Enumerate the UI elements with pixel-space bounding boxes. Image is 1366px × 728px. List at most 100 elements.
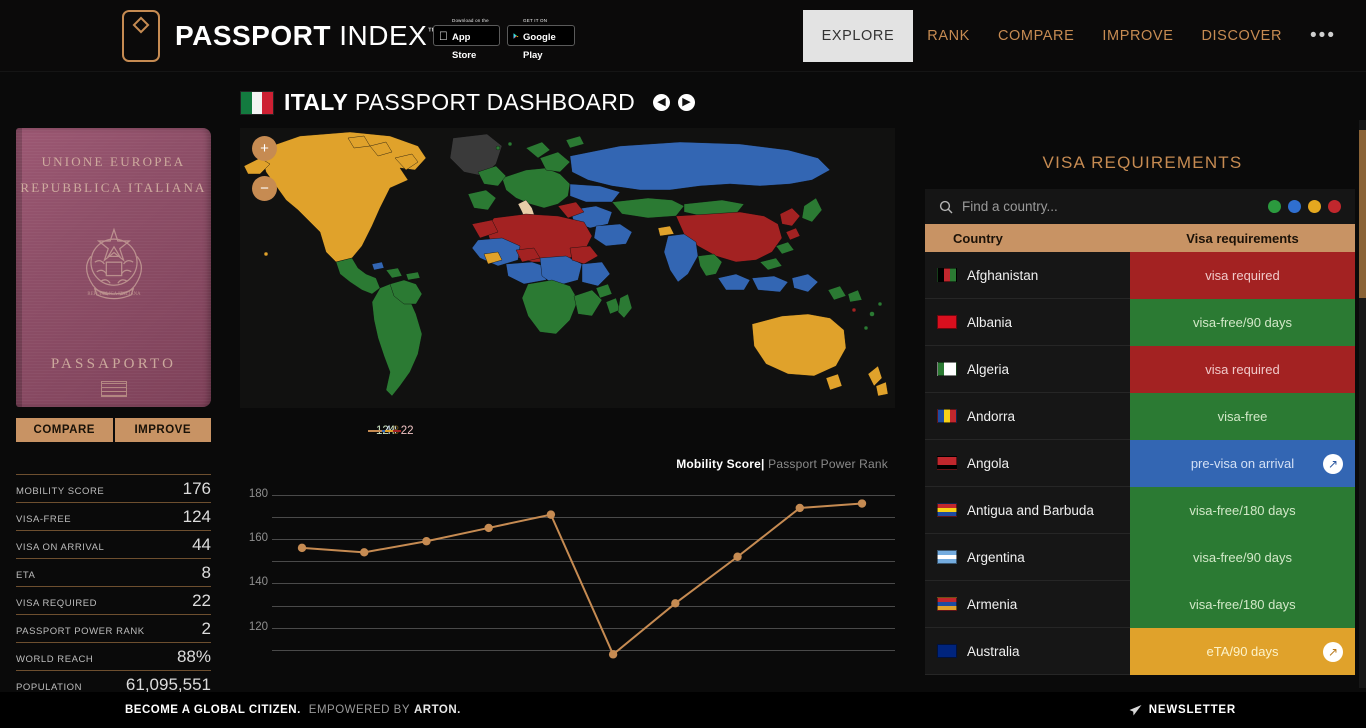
table-row[interactable]: Argentina visa-free/90 days [925,534,1355,581]
app-store-button[interactable]:  Download on the App Store [433,18,500,60]
chart-data-point[interactable] [484,523,493,533]
country-cell: Algeria [925,346,1130,393]
passport-stats-list: MOBILITY SCORE 176 VISA-FREE 124 VISA ON ARR… [16,474,211,698]
visa-requirement-cell[interactable]: visa-free/90 days [1130,299,1355,346]
table-row[interactable]: Algeria visa required [925,346,1355,393]
chart-legend-separator: | [761,457,765,471]
chart-data-point[interactable] [671,599,680,608]
brand-light: INDEX [339,20,428,51]
page-title: ITALY PASSPORT DASHBOARD ◀ ▶ [240,89,696,116]
nav-item-rank[interactable]: RANK [913,10,984,62]
table-row[interactable]: Afghanistan visa required [925,252,1355,299]
chart-legend-mobility-score[interactable]: Mobility Score [676,457,761,471]
stat-label: ETA [16,570,36,581]
nav-item-improve[interactable]: IMPROVE [1088,10,1187,62]
visa-requirement-cell[interactable]: eTA/90 days ↗ [1130,628,1355,675]
improve-button[interactable]: IMPROVE [114,418,211,442]
visa-requirement-label: visa-free/90 days [1193,550,1292,565]
stat-label: WORLD REACH [16,654,94,665]
visa-requirement-cell[interactable]: visa required [1130,252,1355,299]
legend-dot-visa-required[interactable] [1328,200,1341,213]
open-details-icon[interactable]: ↗ [1323,641,1343,662]
stat-row: VISA ON ARRIVAL 44 [16,530,211,558]
nav-more-icon[interactable]: ••• [1296,10,1366,62]
open-details-icon[interactable]: ↗ [1323,453,1343,474]
compare-button[interactable]: COMPARE [16,418,113,442]
visa-requirement-cell[interactable]: visa-free [1130,393,1355,440]
country-name: Algeria [967,361,1010,377]
app-store-big: App Store [443,32,489,60]
google-play-big: Google Play [523,31,556,61]
stat-value: 44 [192,535,211,554]
visa-table-header: Country Visa requirements [925,224,1355,252]
visa-requirement-cell[interactable]: visa-free/180 days [1130,487,1355,534]
column-header-requirement: Visa requirements [1186,230,1299,246]
nav-item-compare[interactable]: COMPARE [984,10,1088,62]
table-row[interactable]: Antigua and Barbuda visa-free/180 days [925,487,1355,534]
country-cell: Angola [925,440,1130,487]
stat-value: 2 [201,619,211,638]
country-cell: Australia [925,628,1130,675]
stat-label: VISA-FREE [16,514,72,525]
google-play-icon [513,32,519,39]
column-header-country: Country [953,230,1003,246]
zoom-out-icon[interactable]: − [252,176,277,201]
chart-data-point[interactable] [857,499,867,508]
country-name: Argentina [967,549,1025,565]
arrow-left-circle-icon[interactable]: ◀ [653,94,671,111]
legend-dot-visa-free[interactable] [1268,200,1281,213]
nav-item-explore[interactable]: EXPLORE [802,10,914,62]
search-input[interactable] [962,199,1259,214]
chart-data-point[interactable] [422,537,431,546]
nav-item-discover[interactable]: DISCOVER [1187,10,1296,62]
country-flag-icon [937,268,957,282]
chart-data-point[interactable] [795,503,804,513]
visa-requirement-cell[interactable]: visa required [1130,346,1355,393]
chart-data-point[interactable] [546,510,556,519]
country-flag-icon [937,362,957,376]
arrow-right-circle-icon[interactable]: ▶ [678,94,696,111]
stat-value: 124 [182,507,211,526]
stat-row: MOBILITY SCORE 176 [16,474,211,502]
country-cell: Albania [925,299,1130,346]
stat-row: ETA 8 [16,558,211,586]
country-cell: Antigua and Barbuda [925,487,1130,534]
footer-empowered-label: EMPOWERED BY [308,704,410,716]
zoom-in-icon[interactable]: + [252,136,277,161]
country-flag-icon [937,550,957,564]
visa-panel-title: VISA REQUIREMENTS [1042,153,1243,172]
world-map[interactable] [240,128,895,408]
legend-dot-eta[interactable] [1308,200,1321,213]
table-row[interactable]: Armenia visa-free/180 days [925,581,1355,628]
table-row[interactable]: Australia eTA/90 days ↗ [925,628,1355,675]
country-name: Antigua and Barbuda [967,502,1094,518]
chart-data-point[interactable] [360,548,369,557]
visa-requirement-label: visa-free/90 days [1193,315,1292,330]
visa-requirement-label: visa-free/180 days [1189,503,1296,518]
country-name: Afghanistan [967,267,1039,283]
legend-dot-visa-on-arrival[interactable] [1288,200,1301,213]
table-row[interactable]: Angola pre-visa on arrival ↗ [925,440,1355,487]
apple-icon:  [439,30,448,42]
stat-label: MOBILITY SCORE [16,486,105,497]
table-row[interactable]: Albania visa-free/90 days [925,299,1355,346]
chart-data-point[interactable] [297,543,307,553]
passport-badge-icon[interactable]: 12444822 [122,10,414,437]
footer-tagline-text: BECOME A GLOBAL CITIZEN. [125,704,301,716]
page-scrollbar-thumb[interactable] [1359,130,1366,298]
visa-requirement-cell[interactable]: visa-free/90 days [1130,534,1355,581]
newsletter-button[interactable]: NEWSLETTER [1129,704,1236,717]
stat-label: PASSPORT POWER RANK [16,626,145,637]
visa-requirement-cell[interactable]: pre-visa on arrival ↗ [1130,440,1355,487]
google-play-button[interactable]: GET IT ON Google Play [507,18,575,60]
chart-data-point[interactable] [733,552,742,561]
chart-legend-power-rank[interactable]: Passport Power Rank [768,457,888,471]
main-nav: EXPLORE RANK COMPARE IMPROVE DISCOVER ••… [802,10,1366,62]
google-play-small: GET IT ON [523,17,548,23]
country-name: Australia [967,643,1020,659]
chart-data-point[interactable] [608,650,618,659]
brand-logo[interactable]: PASSPORT INDEX™ [175,20,438,52]
visa-requirement-cell[interactable]: visa-free/180 days [1130,581,1355,628]
table-row[interactable]: Andorra visa-free [925,393,1355,440]
stat-row: WORLD REACH 88% [16,642,211,670]
